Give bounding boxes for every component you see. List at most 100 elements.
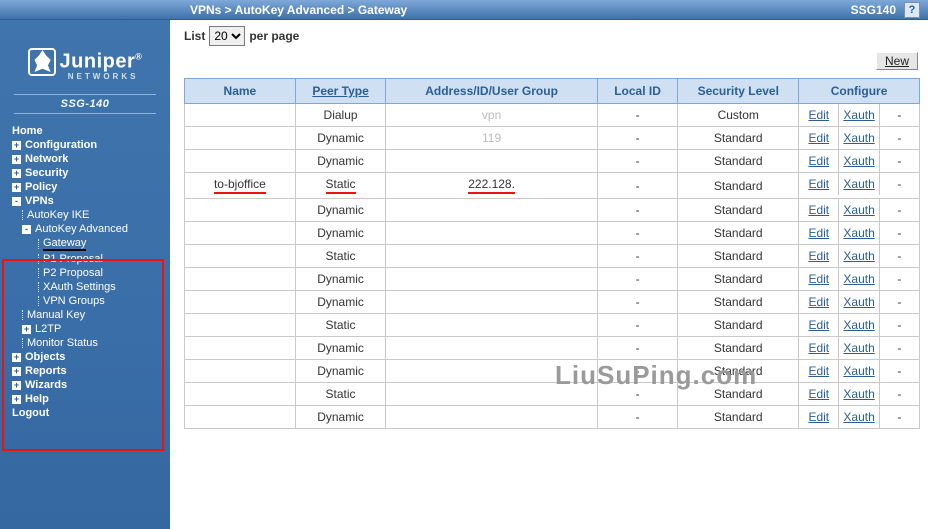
edit-link[interactable]: Edit <box>808 387 829 401</box>
edit-link[interactable]: Edit <box>808 131 829 145</box>
cell-sec: Standard <box>678 222 799 245</box>
nav-item-objects[interactable]: +Objects <box>12 350 170 364</box>
xauth-link[interactable]: Xauth <box>843 177 874 191</box>
edit-link[interactable]: Edit <box>808 154 829 168</box>
toggle-icon[interactable]: - <box>22 225 31 234</box>
nav-item-logout[interactable]: Logout <box>12 406 170 420</box>
nav-label: Policy <box>25 181 57 193</box>
tree-pipe-icon <box>38 282 39 292</box>
toggle-icon[interactable]: + <box>12 169 21 178</box>
edit-link[interactable]: Edit <box>808 108 829 122</box>
col-name: Name <box>185 79 296 104</box>
cell-sec: Standard <box>678 337 799 360</box>
col-addr: Address/ID/User Group <box>386 79 597 104</box>
model-label: SSG-140 <box>14 94 156 114</box>
toggle-icon[interactable]: + <box>22 325 31 334</box>
nav-label: XAuth Settings <box>43 281 116 293</box>
toggle-icon[interactable]: + <box>12 395 21 404</box>
nav-item-help[interactable]: +Help <box>12 392 170 406</box>
nav-item-gateway[interactable]: Gateway <box>38 236 170 252</box>
nav-item-vpn-groups[interactable]: VPN Groups <box>38 294 170 308</box>
col-local: Local ID <box>597 79 678 104</box>
peer-type-sort[interactable]: Peer Type <box>312 84 368 98</box>
tree-pipe-icon <box>22 310 23 320</box>
edit-link[interactable]: Edit <box>808 272 829 286</box>
nav-item-p2-proposal[interactable]: P2 Proposal <box>38 266 170 280</box>
xauth-link[interactable]: Xauth <box>843 203 874 217</box>
tree-pipe-icon <box>22 338 23 348</box>
xauth-link[interactable]: Xauth <box>843 364 874 378</box>
nav-label: Manual Key <box>27 309 85 321</box>
xauth-link[interactable]: Xauth <box>843 131 874 145</box>
edit-link[interactable]: Edit <box>808 177 829 191</box>
nav-item-wizards[interactable]: +Wizards <box>12 378 170 392</box>
toggle-icon[interactable]: + <box>12 353 21 362</box>
edit-link[interactable]: Edit <box>808 295 829 309</box>
toggle-icon[interactable]: - <box>12 197 21 206</box>
nav-item-network[interactable]: +Network <box>12 152 170 166</box>
table-row: Dynamic-StandardEditXauth- <box>185 268 920 291</box>
col-peer: Peer Type <box>295 79 386 104</box>
xauth-link[interactable]: Xauth <box>843 226 874 240</box>
toggle-icon[interactable]: + <box>12 367 21 376</box>
nav-label: VPN Groups <box>43 295 105 307</box>
cell-conf: EditXauth- <box>799 104 920 127</box>
table-row: Dialupvpn-CustomEditXauth- <box>185 104 920 127</box>
xauth-link[interactable]: Xauth <box>843 295 874 309</box>
cell-peer: Dynamic <box>295 268 386 291</box>
table-row: Dynamic-StandardEditXauth- <box>185 291 920 314</box>
nav-item-monitor-status[interactable]: Monitor Status <box>22 336 170 350</box>
xauth-link[interactable]: Xauth <box>843 272 874 286</box>
edit-link[interactable]: Edit <box>808 364 829 378</box>
cell-sec: Standard <box>678 199 799 222</box>
cell-local: - <box>597 337 678 360</box>
nav-item-reports[interactable]: +Reports <box>12 364 170 378</box>
xauth-link[interactable]: Xauth <box>843 249 874 263</box>
nav-item-l2tp[interactable]: +L2TP <box>22 322 170 336</box>
remove-cell: - <box>880 268 919 290</box>
edit-link[interactable]: Edit <box>808 341 829 355</box>
nav-item-autokey-ike[interactable]: AutoKey IKE <box>22 208 170 222</box>
table-row: Dynamic-StandardEditXauth- <box>185 337 920 360</box>
cell-peer: Dynamic <box>295 360 386 383</box>
nav-item-security[interactable]: +Security <box>12 166 170 180</box>
xauth-link[interactable]: Xauth <box>843 387 874 401</box>
xauth-link[interactable]: Xauth <box>843 154 874 168</box>
cell-conf: EditXauth- <box>799 127 920 150</box>
toggle-icon[interactable]: + <box>12 381 21 390</box>
table-row: Static-StandardEditXauth- <box>185 383 920 406</box>
table-row: to-bjofficeStatic222.128.-StandardEditXa… <box>185 173 920 199</box>
nav-item-vpns[interactable]: -VPNs <box>12 194 170 208</box>
cell-peer: Static <box>295 245 386 268</box>
nav-item-policy[interactable]: + Policy <box>12 180 170 194</box>
nav-label: VPNs <box>25 195 54 207</box>
nav-item-configuration[interactable]: +Configuration <box>12 138 170 152</box>
edit-link[interactable]: Edit <box>808 226 829 240</box>
xauth-link[interactable]: Xauth <box>843 108 874 122</box>
nav-item-home[interactable]: Home <box>12 124 170 138</box>
edit-link[interactable]: Edit <box>808 203 829 217</box>
help-icon[interactable]: ? <box>904 2 920 18</box>
cell-name <box>185 360 296 383</box>
cell-addr <box>386 150 597 173</box>
edit-link[interactable]: Edit <box>808 318 829 332</box>
per-page-select[interactable]: 20 <box>209 26 245 46</box>
cell-name <box>185 199 296 222</box>
cell-conf: EditXauth- <box>799 150 920 173</box>
cell-sec: Standard <box>678 245 799 268</box>
nav-item-autokey-advanced[interactable]: -AutoKey Advanced <box>22 222 170 236</box>
toggle-icon[interactable]: + <box>12 155 21 164</box>
nav-item-p1-proposal[interactable]: P1 Proposal <box>38 252 170 266</box>
edit-link[interactable]: Edit <box>808 410 829 424</box>
nav-item-xauth-settings[interactable]: XAuth Settings <box>38 280 170 294</box>
edit-link[interactable]: Edit <box>808 249 829 263</box>
cell-peer: Dynamic <box>295 199 386 222</box>
cell-peer: Dynamic <box>295 406 386 429</box>
nav-item-manual-key[interactable]: Manual Key <box>22 308 170 322</box>
toggle-icon[interactable]: + <box>12 141 21 150</box>
xauth-link[interactable]: Xauth <box>843 341 874 355</box>
xauth-link[interactable]: Xauth <box>843 318 874 332</box>
new-button[interactable]: New <box>876 52 918 70</box>
xauth-link[interactable]: Xauth <box>843 410 874 424</box>
toggle-icon[interactable]: + <box>12 183 21 192</box>
